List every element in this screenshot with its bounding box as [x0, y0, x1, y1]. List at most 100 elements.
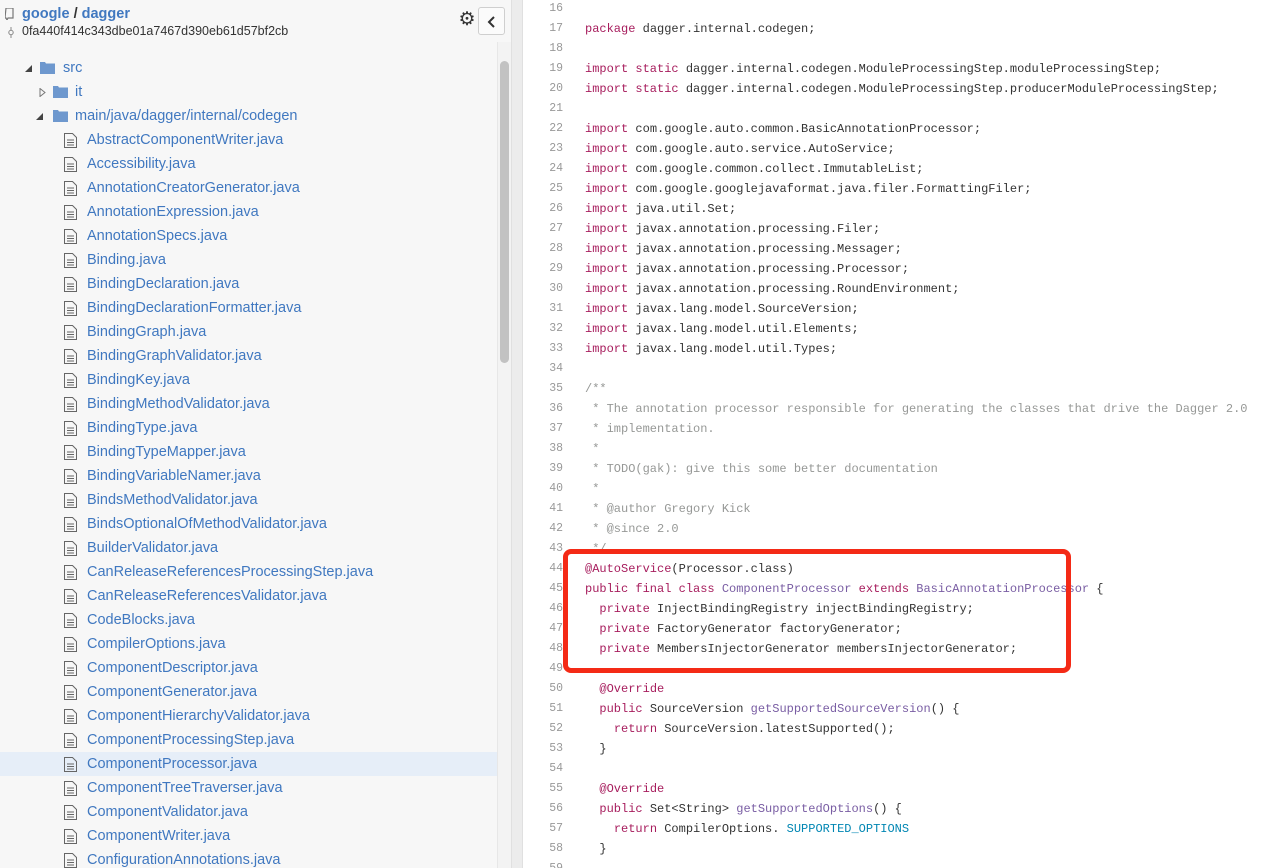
tree-file-item[interactable]: ComponentHierarchyValidator.java — [0, 704, 497, 728]
line-number[interactable]: 24 — [523, 159, 563, 179]
line-number[interactable]: 55 — [523, 779, 563, 799]
tree-file-item[interactable]: Accessibility.java — [0, 152, 497, 176]
tree-file-item[interactable]: AnnotationExpression.java — [0, 200, 497, 224]
code-line: 31 import javax.lang.model.SourceVersion; — [523, 299, 1281, 319]
tree-file-item[interactable]: ComponentProcessingStep.java — [0, 728, 497, 752]
line-number[interactable]: 20 — [523, 79, 563, 99]
line-number[interactable]: 39 — [523, 459, 563, 479]
tree-file-item[interactable]: BindingGraph.java — [0, 320, 497, 344]
tree-file-item[interactable]: CodeBlocks.java — [0, 608, 497, 632]
pane-divider[interactable] — [511, 0, 523, 868]
line-number[interactable]: 40 — [523, 479, 563, 499]
line-number[interactable]: 29 — [523, 259, 563, 279]
sidebar-scrollbar-thumb[interactable] — [500, 61, 509, 363]
repo-name-link[interactable]: dagger — [82, 6, 130, 22]
code-token: javax.lang.model.util.Types; — [635, 342, 838, 356]
tree-file-item[interactable]: ComponentGenerator.java — [0, 680, 497, 704]
tree-file-item[interactable]: BindingType.java — [0, 416, 497, 440]
line-number[interactable]: 52 — [523, 719, 563, 739]
tree-file-item[interactable]: ComponentDescriptor.java — [0, 656, 497, 680]
repo-title[interactable]: google / dagger — [22, 6, 130, 22]
code-token: javax.annotation.processing.RoundEnviron… — [635, 282, 960, 296]
line-number[interactable]: 36 — [523, 399, 563, 419]
line-number[interactable]: 18 — [523, 39, 563, 59]
line-number[interactable]: 48 — [523, 639, 563, 659]
code-token: @Override — [599, 682, 665, 696]
code-token: dagger.internal.codegen.ModuleProcessing… — [685, 62, 1162, 76]
line-number[interactable]: 21 — [523, 99, 563, 119]
file-icon — [64, 181, 77, 196]
line-number[interactable]: 26 — [523, 199, 563, 219]
repo-owner-link[interactable]: google — [22, 6, 70, 22]
line-number[interactable]: 28 — [523, 239, 563, 259]
line-number[interactable]: 35 — [523, 379, 563, 399]
line-number[interactable]: 41 — [523, 499, 563, 519]
line-number[interactable]: 46 — [523, 599, 563, 619]
collapse-sidebar-button[interactable] — [478, 7, 505, 35]
tree-file-item[interactable]: ComponentValidator.java — [0, 800, 497, 824]
collapsed-arrow-icon[interactable] — [38, 88, 47, 97]
line-number[interactable]: 54 — [523, 759, 563, 779]
tree-file-item[interactable]: Binding.java — [0, 248, 497, 272]
line-number[interactable]: 59 — [523, 859, 563, 868]
tree-file-item[interactable]: BindsOptionalOfMethodValidator.java — [0, 512, 497, 536]
line-number[interactable]: 58 — [523, 839, 563, 859]
line-number[interactable]: 42 — [523, 519, 563, 539]
line-number[interactable]: 51 — [523, 699, 563, 719]
tree-file-item[interactable]: BindingKey.java — [0, 368, 497, 392]
tree-file-item[interactable]: ComponentProcessor.java — [0, 752, 497, 776]
line-number[interactable]: 33 — [523, 339, 563, 359]
line-number[interactable]: 50 — [523, 679, 563, 699]
tree-file-item[interactable]: ComponentWriter.java — [0, 824, 497, 848]
tree-file-item[interactable]: BindsMethodValidator.java — [0, 488, 497, 512]
line-number[interactable]: 17 — [523, 19, 563, 39]
line-number[interactable]: 31 — [523, 299, 563, 319]
tree-file-item[interactable]: BuilderValidator.java — [0, 536, 497, 560]
line-number[interactable]: 44 — [523, 559, 563, 579]
tree-file-item[interactable]: AnnotationCreatorGenerator.java — [0, 176, 497, 200]
tree-file-item[interactable]: BindingDeclarationFormatter.java — [0, 296, 497, 320]
code-line: 50 @Override — [523, 679, 1281, 699]
tree-file-item[interactable]: CanReleaseReferencesProcessingStep.java — [0, 560, 497, 584]
tree-file-item[interactable]: AbstractComponentWriter.java — [0, 128, 497, 152]
code-line: 29 import javax.annotation.processing.Pro… — [523, 259, 1281, 279]
tree-folder-it[interactable]: it — [0, 80, 497, 104]
line-number[interactable]: 22 — [523, 119, 563, 139]
line-number[interactable]: 38 — [523, 439, 563, 459]
line-number[interactable]: 53 — [523, 739, 563, 759]
tree-file-item[interactable]: CanReleaseReferencesValidator.java — [0, 584, 497, 608]
line-number[interactable]: 23 — [523, 139, 563, 159]
line-number[interactable]: 43 — [523, 539, 563, 559]
expanded-arrow-icon[interactable] — [24, 64, 33, 73]
tree-file-item[interactable]: ConfigurationAnnotations.java — [0, 848, 497, 868]
tree-folder-src[interactable]: src — [0, 56, 497, 80]
tree-file-item[interactable]: CompilerOptions.java — [0, 632, 497, 656]
tree-file-item[interactable]: BindingMethodValidator.java — [0, 392, 497, 416]
line-number[interactable]: 30 — [523, 279, 563, 299]
line-number[interactable]: 16 — [523, 0, 563, 19]
line-number[interactable]: 27 — [523, 219, 563, 239]
line-number[interactable]: 56 — [523, 799, 563, 819]
tree-folder-main-java-dagger-internal-codegen[interactable]: main/java/dagger/internal/codegen — [0, 104, 497, 128]
tree-file-item[interactable]: BindingVariableNamer.java — [0, 464, 497, 488]
gear-icon[interactable]: ⚙ — [457, 10, 477, 30]
tree-file-item[interactable]: BindingGraphValidator.java — [0, 344, 497, 368]
tree-file-item[interactable]: ComponentTreeTraverser.java — [0, 776, 497, 800]
tree-file-label: ComponentGenerator.java — [87, 684, 258, 700]
tree-file-item[interactable]: BindingTypeMapper.java — [0, 440, 497, 464]
line-number[interactable]: 34 — [523, 359, 563, 379]
line-number[interactable]: 57 — [523, 819, 563, 839]
line-number[interactable]: 47 — [523, 619, 563, 639]
line-number[interactable]: 37 — [523, 419, 563, 439]
line-number[interactable]: 45 — [523, 579, 563, 599]
tree-file-item[interactable]: AnnotationSpecs.java — [0, 224, 497, 248]
expanded-arrow-icon[interactable] — [35, 112, 44, 121]
code-line: 40 * — [523, 479, 1281, 499]
code-line: 16 — [523, 0, 1281, 19]
tree-file-item[interactable]: BindingDeclaration.java — [0, 272, 497, 296]
line-number[interactable]: 49 — [523, 659, 563, 679]
file-icon — [64, 685, 77, 700]
line-number[interactable]: 32 — [523, 319, 563, 339]
line-number[interactable]: 25 — [523, 179, 563, 199]
line-number[interactable]: 19 — [523, 59, 563, 79]
